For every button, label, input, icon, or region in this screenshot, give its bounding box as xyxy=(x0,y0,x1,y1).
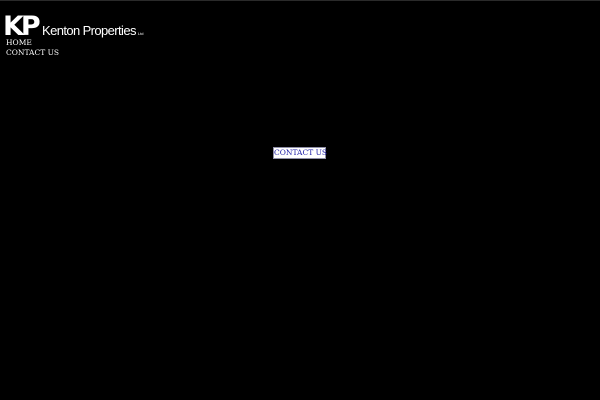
nav-link-home[interactable]: HOME xyxy=(6,38,59,48)
logo-company-suffix: Ltd xyxy=(137,31,144,36)
kp-logo-mark: KP xyxy=(4,12,41,38)
page: KP Kenton Properties Ltd HOME CONTACT US… xyxy=(0,0,600,400)
logo-mark-text: KP xyxy=(4,12,40,38)
nav-link-contact-us[interactable]: CONTACT US xyxy=(6,48,59,58)
contact-us-button[interactable]: CONTACT US xyxy=(273,147,327,159)
nav-item-home: HOME xyxy=(6,38,59,48)
logo-company-name: Kenton Properties xyxy=(42,23,136,38)
site-logo[interactable]: KP Kenton Properties Ltd xyxy=(4,12,143,38)
nav-item-contact-us: CONTACT US xyxy=(6,48,59,58)
main-nav: HOME CONTACT US xyxy=(6,38,59,58)
